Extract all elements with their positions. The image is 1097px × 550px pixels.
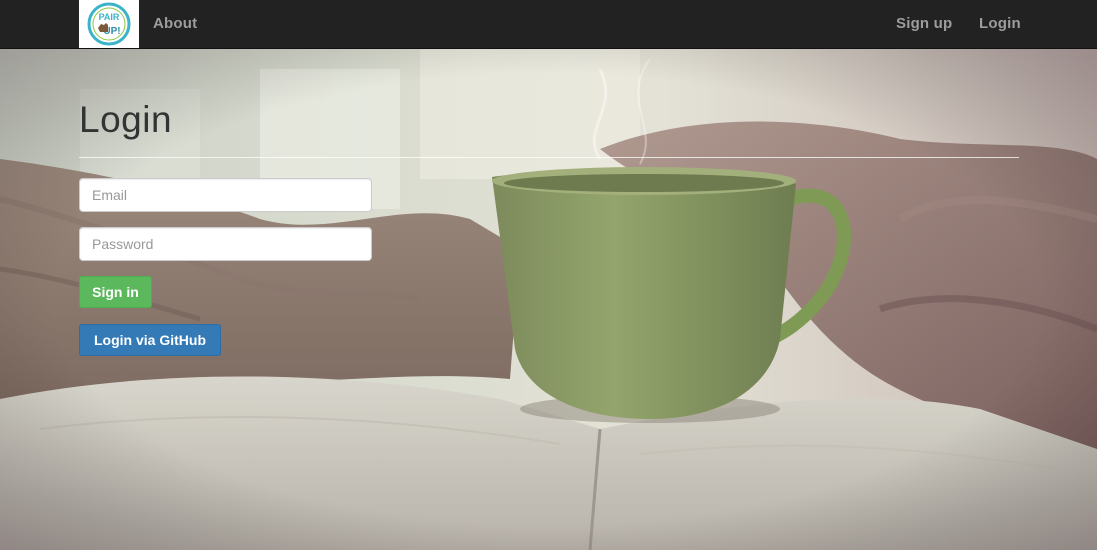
nav-login-link[interactable]: Login [979,15,1021,32]
github-login-button[interactable]: Login via GitHub [79,324,221,356]
pairup-logo-icon: PAIR UP! [87,2,131,46]
brand-logo[interactable]: PAIR UP! [79,0,139,48]
nav-signup-link[interactable]: Sign up [896,15,952,32]
logo-text-top: PAIR [99,12,120,22]
email-input[interactable] [79,178,372,212]
top-navbar: PAIR UP! About Sign up Login [0,0,1097,49]
nav-about-link[interactable]: About [153,15,197,32]
title-divider [79,157,1019,158]
signin-button[interactable]: Sign in [79,276,152,308]
page-title: Login [79,99,173,140]
password-input[interactable] [79,227,372,261]
